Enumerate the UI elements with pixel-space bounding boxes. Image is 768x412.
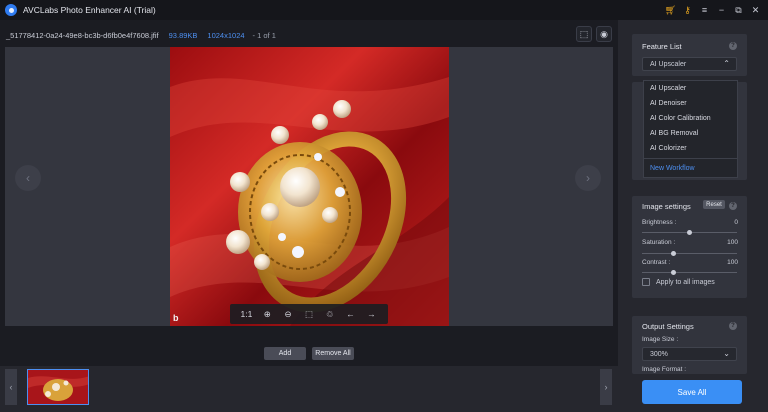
slider-knob[interactable] (670, 270, 676, 275)
apply-all-checkbox[interactable] (642, 278, 650, 286)
dropdown-item[interactable]: AI BG Removal (644, 126, 737, 141)
output-settings-title: Output Settings (642, 322, 694, 331)
help-icon[interactable]: ? (729, 322, 737, 330)
arrow-right-icon[interactable]: → (363, 309, 379, 319)
image-watermark: b (173, 313, 179, 323)
contrast-value: 100 (727, 259, 738, 266)
app-logo-icon (5, 4, 17, 16)
brightness-slider[interactable] (642, 230, 737, 235)
window-controls: 🛒︎ ⚷ ≡ − ⧉ ✕ (662, 0, 764, 20)
strip-scroll-left-icon[interactable]: ‹ (5, 369, 17, 405)
app-window: AVCLabs Photo Enhancer AI (Trial) 🛒︎ ⚷ ≡… (0, 0, 768, 412)
page-indicator: - 1 of 1 (252, 30, 276, 40)
feature-list-card: Feature List ? AI Upscaler ⌃ (632, 34, 747, 76)
brightness-label: Brightness : (642, 219, 677, 226)
file-dimensions: 1024x1024 (207, 30, 245, 40)
minimize-icon[interactable]: − (713, 0, 730, 20)
image-format-label: Image Format : (642, 366, 687, 373)
remove-all-button[interactable]: Remove All (312, 347, 354, 360)
image-settings-title: Image settings (642, 202, 691, 211)
ratio-button[interactable]: 1:1 (238, 309, 254, 319)
crop-icon[interactable]: ⬚ (301, 309, 317, 320)
help-icon[interactable]: ? (729, 202, 737, 210)
window-title: AVCLabs Photo Enhancer AI (Trial) (23, 5, 156, 15)
chevron-up-icon: ⌃ (723, 59, 730, 68)
preview-canvas: ‹ › b 1:1 ⊕ ⊖ ⬚ ♲ ← → (5, 47, 613, 326)
image-size-select[interactable]: 300% ⌄ (642, 347, 737, 361)
thumbnail-strip: ‹ › (0, 366, 618, 412)
thumbnail[interactable] (27, 369, 89, 405)
saturation-value: 100 (727, 239, 738, 246)
trash-icon[interactable]: ♲ (322, 309, 338, 320)
file-size: 93.89KB (168, 30, 198, 40)
dropdown-item[interactable]: AI Color Calibration (644, 111, 737, 126)
dropdown-item[interactable]: AI Denoiser (644, 96, 737, 111)
image-size-label: Image Size : (642, 336, 679, 343)
image-size-value: 300% (650, 350, 668, 358)
dropdown-item[interactable]: AI Upscaler (644, 81, 737, 96)
close-icon[interactable]: ✕ (747, 0, 764, 20)
dropdown-divider (644, 158, 737, 159)
cart-icon[interactable]: 🛒︎ (662, 0, 679, 20)
apply-all-label: Apply to all images (656, 278, 715, 286)
settings-panel: Feature List ? AI Upscaler ⌃ Image setti… (618, 20, 768, 412)
zoom-in-icon[interactable]: ⊕ (259, 309, 275, 320)
help-icon[interactable]: ? (729, 42, 737, 50)
feature-select[interactable]: AI Upscaler ⌃ (642, 57, 737, 71)
bottom-area: Add Remove All ‹ › (0, 338, 618, 412)
view-tools: ⬚ ◉ (576, 26, 612, 42)
feature-dropdown: AI Upscaler AI Denoiser AI Color Calibra… (643, 80, 738, 178)
key-icon[interactable]: ⚷ (679, 0, 696, 20)
menu-icon[interactable]: ≡ (696, 0, 713, 20)
save-all-button[interactable]: Save All (642, 380, 742, 404)
eye-icon[interactable]: ◉ (596, 26, 612, 42)
previous-image-button[interactable]: ‹ (15, 165, 41, 191)
apply-all-row[interactable]: Apply to all images (642, 278, 715, 286)
ring-photo-graphic (170, 47, 449, 326)
arrow-left-icon[interactable]: ← (343, 309, 359, 319)
chevron-down-icon: ⌄ (723, 349, 730, 358)
reset-button[interactable]: Reset (703, 200, 725, 209)
slider-knob[interactable] (670, 251, 676, 256)
contrast-slider[interactable] (642, 270, 737, 275)
restore-icon[interactable]: ⧉ (730, 0, 747, 20)
slider-knob[interactable] (687, 230, 692, 235)
file-name: _51778412-0a24-49e8-bc3b-d6fb0e4f7608.jf… (6, 30, 159, 40)
crop-view-icon[interactable]: ⬚ (576, 26, 592, 42)
saturation-label: Saturation : (642, 239, 676, 246)
brightness-value: 0 (734, 219, 738, 226)
image-settings-card: Image settings Reset ? Brightness : 0 Sa… (632, 196, 747, 298)
preview-image: b (170, 47, 449, 326)
feature-select-value: AI Upscaler (650, 60, 687, 68)
saturation-slider[interactable] (642, 251, 737, 256)
zoom-out-icon[interactable]: ⊖ (280, 309, 296, 320)
dropdown-item[interactable]: AI Colorizer (644, 141, 737, 156)
file-info-bar: _51778412-0a24-49e8-bc3b-d6fb0e4f7608.jf… (0, 20, 618, 50)
strip-scroll-right-icon[interactable]: › (600, 369, 612, 405)
contrast-label: Contrast : (642, 259, 671, 266)
new-workflow-item[interactable]: New Workflow (644, 161, 737, 176)
add-button[interactable]: Add (264, 347, 306, 360)
next-image-button[interactable]: › (575, 165, 601, 191)
feature-list-title: Feature List (642, 42, 682, 51)
zoom-toolbar: 1:1 ⊕ ⊖ ⬚ ♲ ← → (230, 304, 388, 324)
thumbnail-graphic (28, 370, 88, 404)
title-bar: AVCLabs Photo Enhancer AI (Trial) 🛒︎ ⚷ ≡… (0, 0, 768, 20)
output-settings-card: Output Settings ? Image Size : 300% ⌄ Im… (632, 316, 747, 374)
